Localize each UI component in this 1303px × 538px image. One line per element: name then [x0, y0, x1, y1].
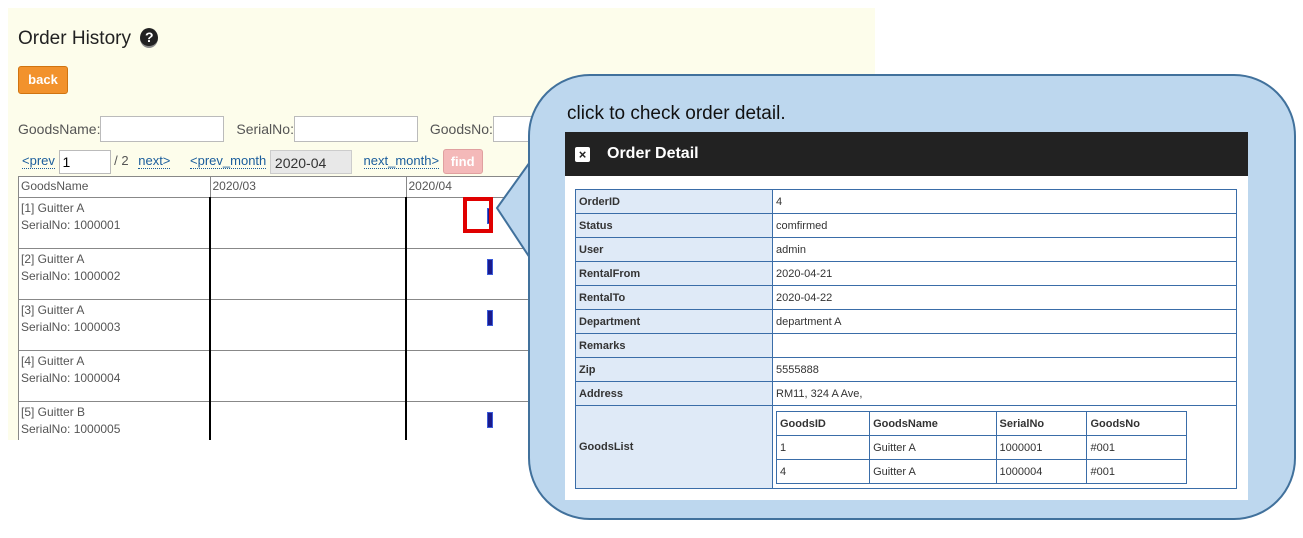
prev-month-link[interactable]: <prev_month — [190, 152, 267, 169]
detail-value: RM11, 324 A Ave, — [772, 381, 1237, 406]
detail-key: GoodsList — [575, 405, 773, 489]
detail-row: RentalTo 2020-04-22 — [575, 285, 1237, 310]
detail-row: Zip 5555888 — [575, 357, 1237, 382]
goods-serial: SerialNo: 1000005 — [21, 422, 121, 436]
goods-name: [4] Guitter A — [21, 354, 85, 368]
goods-cell: #001 — [1086, 435, 1187, 460]
goods-name: [2] Guitter A — [21, 252, 85, 266]
detail-row: User admin — [575, 237, 1237, 262]
header-goodsname: GoodsName — [18, 176, 211, 198]
goods-row: 4 Guitter A 1000004 #001 — [775, 459, 1187, 484]
find-button[interactable]: find — [442, 149, 483, 174]
goodsname-label: GoodsName: — [18, 121, 101, 137]
detail-key: Department — [575, 309, 773, 334]
month-field[interactable]: 2020-04 — [269, 149, 352, 174]
detail-key: Zip — [575, 357, 773, 382]
month-cell-2020-03 — [209, 248, 407, 300]
goodsname-input[interactable] — [100, 116, 225, 142]
goods-cell: #001 — [1086, 459, 1187, 484]
order-bar[interactable] — [487, 310, 493, 326]
serialno-label: SerialNo: — [236, 121, 294, 137]
goods-cell: 4 — [775, 459, 871, 484]
goods-name: [5] Guitter B — [21, 405, 86, 419]
detail-value — [772, 333, 1237, 358]
detail-value: 4 — [772, 189, 1237, 214]
goods-cell: [2] Guitter A SerialNo: 1000002 — [18, 248, 211, 300]
detail-row: Remarks — [575, 333, 1237, 358]
detail-value: comfirmed — [772, 213, 1237, 238]
page-total: / 2 — [114, 152, 129, 168]
goods-header: SerialNo — [995, 411, 1088, 436]
dialog-header: × Order Detail — [565, 132, 1248, 176]
next-page-link[interactable]: next> — [138, 152, 171, 169]
order-detail-dialog: × Order Detail OrderID 4 Status comfirmed Us… — [565, 132, 1248, 500]
help-icon[interactable]: ? — [140, 28, 159, 48]
detail-value: department A — [772, 309, 1237, 334]
detail-row: Status comfirmed — [575, 213, 1237, 238]
callout-text: click to check order detail. — [567, 103, 786, 124]
goods-header: GoodsNo — [1086, 411, 1187, 436]
goods-cell: 1000004 — [995, 459, 1088, 484]
pager-bar: <prev / 2 next> <prev_month 2020-04 next… — [22, 149, 483, 174]
detail-key: Status — [575, 213, 773, 238]
detail-key: RentalTo — [575, 285, 773, 310]
detail-key: RentalFrom — [575, 261, 773, 286]
detail-value: 2020-04-21 — [772, 261, 1237, 286]
goods-header: GoodsName — [869, 411, 997, 436]
goods-cell: Guitter A — [869, 459, 997, 484]
month-cell-2020-03 — [209, 401, 407, 440]
detail-row: RentalFrom 2020-04-21 — [575, 261, 1237, 286]
goods-name: [3] Guitter A — [21, 303, 85, 317]
page-number-input[interactable] — [58, 149, 111, 174]
goods-cell: [4] Guitter A SerialNo: 1000004 — [18, 350, 211, 402]
goods-cell: 1 — [775, 435, 871, 460]
goods-serial: SerialNo: 1000004 — [21, 371, 121, 385]
detail-value: 5555888 — [772, 357, 1237, 382]
month-cell-2020-03 — [209, 197, 407, 249]
goods-serial: SerialNo: 1000002 — [21, 269, 121, 283]
close-icon[interactable]: × — [575, 147, 590, 162]
detail-key: Remarks — [575, 333, 773, 358]
goods-list-table: GoodsID GoodsName SerialNo GoodsNo 1 Guitter … — [775, 411, 1187, 484]
goods-name: [1] Guitter A — [21, 201, 85, 215]
goods-serial: SerialNo: 1000003 — [21, 320, 121, 334]
goods-cell: Guitter A — [869, 435, 997, 460]
goods-cell: [3] Guitter A SerialNo: 1000003 — [18, 299, 211, 351]
goods-list-cell: GoodsID GoodsName SerialNo GoodsNo 1 Guitter … — [772, 405, 1237, 489]
order-detail-table: OrderID 4 Status comfirmed User admin RentalFr… — [575, 189, 1237, 489]
prev-page-link[interactable]: <prev — [22, 152, 55, 169]
goodsno-label: GoodsNo: — [429, 121, 493, 137]
detail-value: admin — [772, 237, 1237, 262]
page-title-text: Order History — [18, 28, 131, 49]
detail-row: Department department A — [575, 309, 1237, 334]
month-cell-2020-03 — [209, 299, 407, 351]
detail-key: OrderID — [575, 189, 773, 214]
header-month-2020-03: 2020/03 — [209, 176, 407, 198]
back-button[interactable]: back — [18, 66, 68, 94]
detail-key: User — [575, 237, 773, 262]
detail-key: Address — [575, 381, 773, 406]
goods-cell: 1000001 — [995, 435, 1088, 460]
detail-row: Address RM11, 324 A Ave, — [575, 381, 1237, 406]
detail-row-goodslist: GoodsList GoodsID GoodsName SerialNo GoodsNo… — [575, 405, 1237, 489]
goods-header: GoodsID — [775, 411, 871, 436]
detail-row: OrderID 4 — [575, 189, 1237, 214]
page-title: Order History ? — [18, 28, 159, 50]
goods-row: 1 Guitter A 1000001 #001 — [775, 435, 1187, 460]
serialno-input[interactable] — [293, 116, 418, 142]
goods-cell: [5] Guitter B SerialNo: 1000005 — [18, 401, 211, 440]
next-month-link[interactable]: next_month> — [363, 152, 440, 169]
month-cell-2020-03 — [209, 350, 407, 402]
goods-cell: [1] Guitter A SerialNo: 1000001 — [18, 197, 211, 249]
order-bar[interactable] — [487, 412, 493, 428]
goods-header-row: GoodsID GoodsName SerialNo GoodsNo — [775, 411, 1187, 436]
dialog-title: Order Detail — [607, 145, 699, 162]
goods-serial: SerialNo: 1000001 — [21, 218, 121, 232]
detail-value: 2020-04-22 — [772, 285, 1237, 310]
